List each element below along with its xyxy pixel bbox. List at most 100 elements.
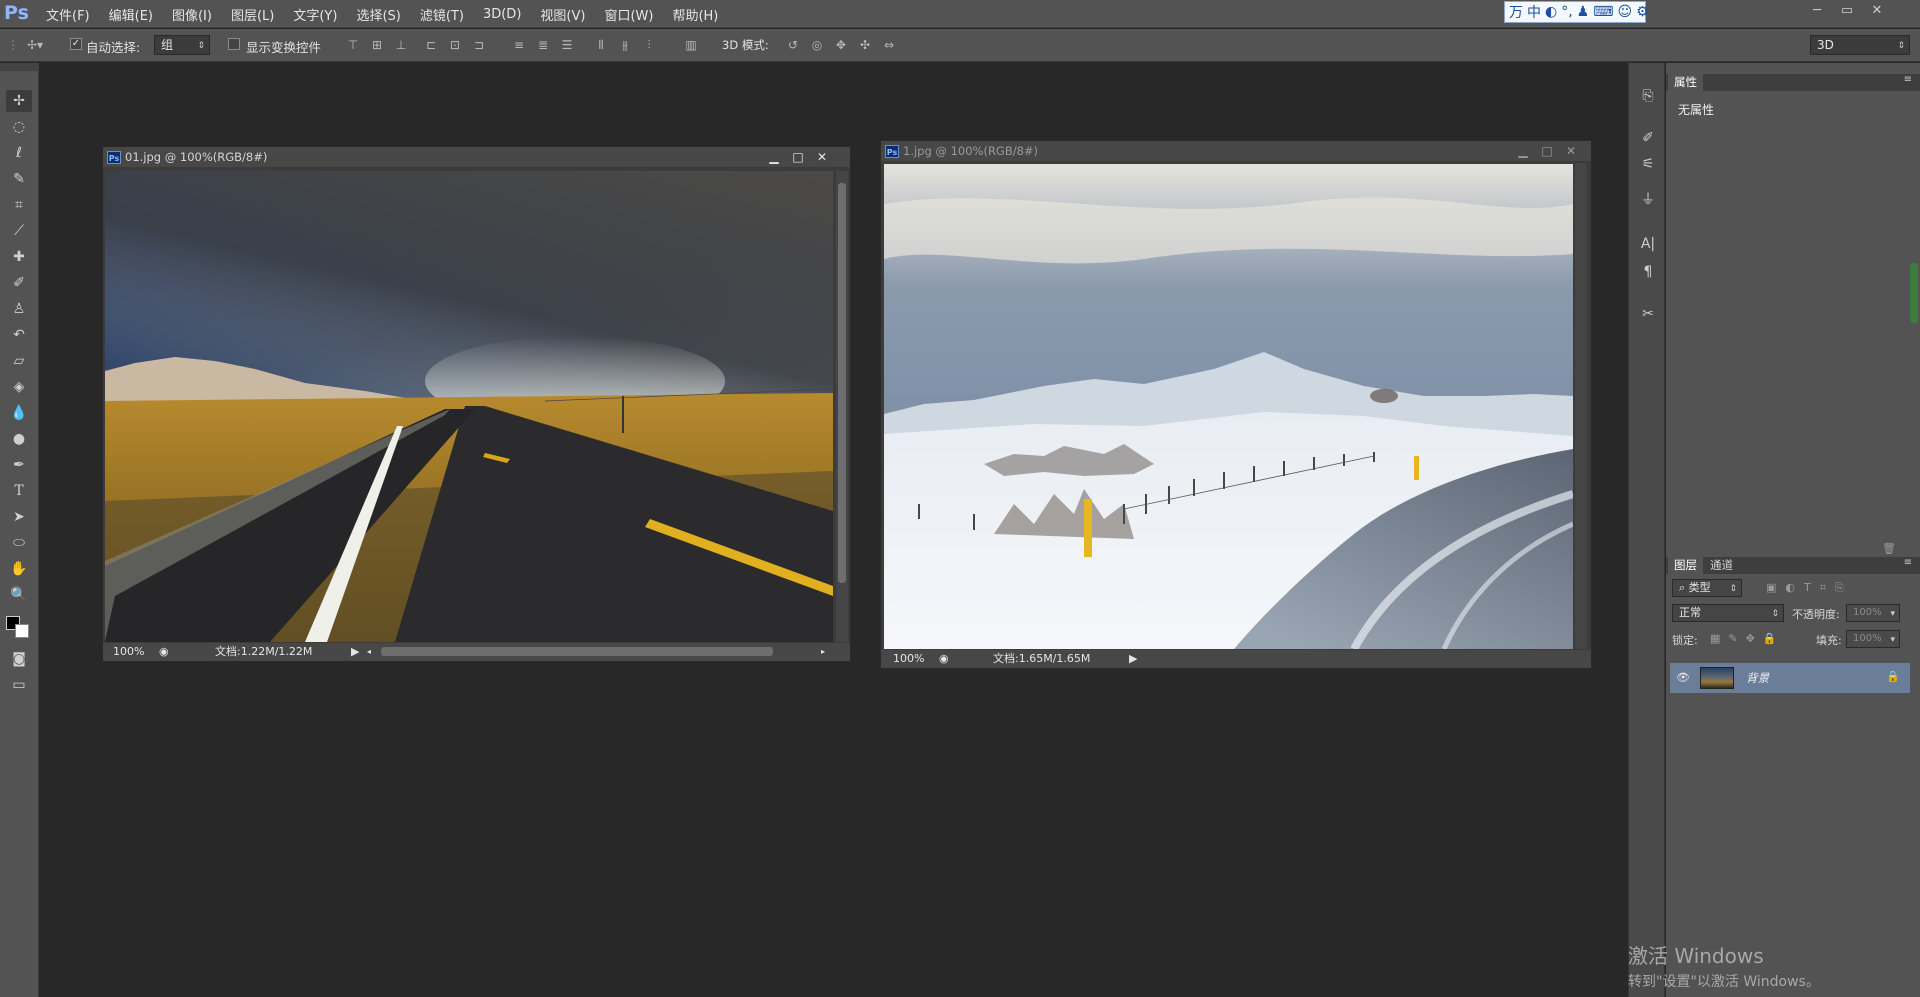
paragraph-panel-icon[interactable]: ¶ [1637,261,1659,283]
doc1-status-menu-arrow-icon[interactable]: ▶ [351,643,359,661]
align-top-icon[interactable]: ⊤ [346,38,360,52]
move-tool-preset-icon[interactable]: ✢▾ [20,38,50,52]
menu-item-7[interactable]: 3D(D) [483,7,521,22]
distribute-top-icon[interactable]: ≡ [512,38,526,52]
distribute-hcenter-icon[interactable]: ⫵ [618,38,632,52]
layers-menu-icon[interactable]: ≡ [1904,557,1912,568]
screen-mode-icon[interactable]: ▭ [6,674,32,696]
layer-filter-icons[interactable]: ▣◐T⌗⎘ [1766,581,1853,595]
pen-tool-icon[interactable]: ✒ [6,454,32,476]
blend-mode-dropdown[interactable]: 正常 ⇕ [1672,604,1784,622]
layer-row-background[interactable]: 👁 背景 🔒 [1670,663,1910,693]
tab-properties[interactable]: 属性 [1668,74,1703,91]
auto-align-icon[interactable]: ▥ [684,38,698,52]
paint-bucket-icon[interactable]: ◈ [6,376,32,398]
ime-toolbar[interactable]: 万中 ◐ °, ♟ ⌨ ☺ ⚙ [1504,1,1649,23]
doc2-minimize-button[interactable]: ▁ [1517,141,1529,161]
lasso-tool-icon[interactable]: ℓ [6,142,32,164]
styles-panel-icon[interactable]: ⏚ [1637,189,1659,211]
background-color-swatch[interactable] [15,624,29,638]
auto-select-checkbox[interactable]: ✓ [70,38,82,50]
zoom-tool-icon[interactable]: 🔍 [6,584,32,606]
move-tool-icon[interactable]: ✢ [6,90,32,112]
document-window-2[interactable]: Ps 1.jpg @ 100%(RGB/8#) ▁ □ ✕ 100% ◉ 文档:… [880,140,1592,669]
stamp-tool-icon[interactable]: ♙ [6,298,32,320]
doc2-zoom-level[interactable]: 100% [893,650,924,668]
crop-tool-icon[interactable]: ⌗ [6,194,32,216]
eraser-tool-icon[interactable]: ▱ [6,350,32,372]
dodge-tool-icon[interactable]: ● [6,428,32,450]
tab-channels[interactable]: 通道 [1704,557,1739,574]
doc1-title-bar[interactable]: Ps 01.jpg @ 100%(RGB/8#) ▁ □ ✕ [103,147,850,167]
3d-scale-icon[interactable]: ⇔ [882,38,896,52]
doc2-close-button[interactable]: ✕ [1565,141,1577,161]
menu-item-5[interactable]: 选择(S) [356,5,400,24]
menu-item-1[interactable]: 编辑(E) [109,5,153,24]
distribute-right-icon[interactable]: ⫶ [642,38,656,52]
ime-item-6[interactable]: ☺ [1617,4,1632,20]
tool-presets-panel-icon[interactable]: ✐ [1637,127,1659,149]
quick-select-tool-icon[interactable]: ✎ [6,168,32,190]
menu-item-8[interactable]: 视图(V) [540,5,585,24]
3d-roll-icon[interactable]: ◎ [810,38,824,52]
trash-icon[interactable]: 🗑 [1882,542,1896,555]
layer-kind-filter[interactable]: ⌕ 类型 ⇕ [1672,579,1742,597]
workspace-dropdown[interactable]: 3D ⇕ [1810,35,1910,55]
healing-brush-icon[interactable]: ✚ [6,246,32,268]
3d-pan-icon[interactable]: ✥ [834,38,848,52]
lock-option-icons[interactable]: ▦✎✥🔒 [1710,632,1785,645]
brush-presets-panel-icon[interactable]: ✂ [1637,303,1659,325]
doc1-status-icon[interactable]: ◉ [159,643,169,661]
align-bottom-icon[interactable]: ⊥ [394,38,408,52]
marquee-tool-icon[interactable]: ◌ [6,116,32,138]
3d-slide-icon[interactable]: ✣ [858,38,872,52]
path-select-icon[interactable]: ➤ [6,506,32,528]
doc1-maximize-button[interactable]: □ [792,147,804,167]
properties-menu-icon[interactable]: ≡ [1904,74,1912,85]
visibility-eye-icon[interactable]: 👁 [1676,671,1690,684]
align-left-icon[interactable]: ⊏ [424,38,438,52]
eyedropper-tool-icon[interactable]: ⟋ [6,220,32,242]
menu-item-9[interactable]: 窗口(W) [604,5,653,24]
doc2-status-menu-arrow-icon[interactable]: ▶ [1129,650,1137,668]
doc1-hscroll-left-icon[interactable]: ◂ [367,643,371,661]
ime-item-5[interactable]: ⌨ [1593,4,1613,20]
ime-item-3[interactable]: °, [1561,4,1572,20]
document-window-1[interactable]: Ps 01.jpg @ 100%(RGB/8#) ▁ □ ✕ 100% ◉ 文档… [102,146,851,662]
doc1-canvas-road-photo[interactable] [105,171,833,642]
ime-item-7[interactable]: ⚙ [1636,4,1649,20]
quick-mask-icon[interactable]: ◙ [6,648,32,670]
doc1-vscroll-thumb[interactable] [838,183,846,583]
align-hcenter-icon[interactable]: ⊡ [448,38,462,52]
ime-item-0[interactable]: 万 [1509,2,1523,22]
close-window-button[interactable]: ✕ [1870,3,1884,18]
distribute-left-icon[interactable]: ⫴ [594,38,608,52]
menu-item-2[interactable]: 图像(I) [172,5,212,24]
ime-item-1[interactable]: 中 [1527,2,1541,22]
menu-item-3[interactable]: 图层(L) [231,5,274,24]
blur-tool-icon[interactable]: 💧 [6,402,32,424]
ime-item-4[interactable]: ♟ [1577,4,1590,20]
doc2-maximize-button[interactable]: □ [1541,141,1553,161]
menu-item-6[interactable]: 滤镜(T) [420,5,464,24]
doc2-status-icon[interactable]: ◉ [939,650,949,668]
character-panel-icon[interactable]: A| [1637,233,1659,255]
layer-name[interactable]: 背景 [1746,670,1769,686]
doc1-zoom-level[interactable]: 100% [113,643,144,661]
opacity-input[interactable]: 100% ▾ [1846,604,1900,622]
fill-input[interactable]: 100% ▾ [1846,630,1900,648]
history-panel-icon[interactable]: ⎘ [1637,85,1659,107]
hand-tool-icon[interactable]: ✋ [6,558,32,580]
adjustments-panel-icon[interactable]: ⚟ [1637,153,1659,175]
doc1-vertical-scrollbar[interactable] [836,171,848,642]
show-transform-checkbox[interactable] [228,38,240,50]
menu-item-4[interactable]: 文字(Y) [293,5,337,24]
3d-rotate-icon[interactable]: ↺ [786,38,800,52]
doc1-hscroll-right-icon[interactable]: ▸ [821,643,825,661]
menu-item-10[interactable]: 帮助(H) [672,5,718,24]
tab-layers[interactable]: 图层 [1668,557,1703,574]
doc2-title-bar[interactable]: Ps 1.jpg @ 100%(RGB/8#) ▁ □ ✕ [881,141,1591,161]
history-brush-icon[interactable]: ↶ [6,324,32,346]
ime-item-2[interactable]: ◐ [1545,4,1557,20]
doc2-vertical-scrollbar[interactable] [1575,163,1587,649]
